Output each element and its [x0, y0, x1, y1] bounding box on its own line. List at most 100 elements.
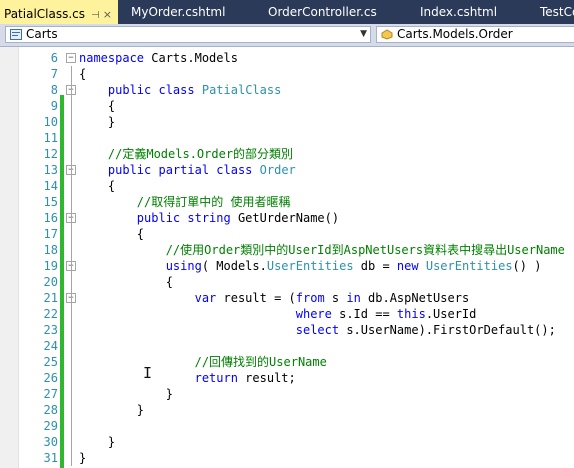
- outline-guide: [71, 66, 72, 466]
- keyword-token: return: [194, 371, 238, 385]
- line-number: 19: [43, 259, 58, 273]
- text-token: .UserId: [425, 307, 477, 321]
- tab-label: TestCont: [540, 5, 574, 19]
- line-number: 13: [43, 163, 58, 177]
- code-text: {: [79, 66, 86, 82]
- code-line[interactable]: 6− namespace Carts.Models: [0, 50, 574, 66]
- code-line[interactable]: 8− public class PatialClass: [0, 82, 574, 98]
- line-number: 26: [43, 371, 58, 385]
- code-line[interactable]: 26 return result;: [0, 370, 574, 386]
- code-line[interactable]: 28 }: [0, 402, 574, 418]
- keyword-token: public class: [107, 83, 195, 97]
- text-token: s.Id ==: [331, 307, 397, 321]
- type-dropdown[interactable]: Carts.Models.Order: [376, 26, 574, 43]
- tab-patialclass-cs[interactable]: PatialClass.cs ⊣ ×: [0, 0, 118, 24]
- code-text: public partial class Order: [79, 162, 296, 178]
- code-text: }: [79, 114, 115, 130]
- code-text: return result;: [79, 370, 296, 386]
- code-line[interactable]: 11: [0, 130, 574, 146]
- comment-token: //定義Models.Order的部分類別: [79, 147, 294, 161]
- code-line[interactable]: 19− using( Models.UserEntities db = new …: [0, 258, 574, 274]
- code-line[interactable]: 23 select s.UserName).FirstOrDefault();: [0, 322, 574, 338]
- text-token: {: [79, 99, 116, 113]
- type-token: UserEntities: [266, 259, 354, 273]
- line-number: 7: [50, 67, 58, 81]
- line-number: 30: [43, 435, 58, 449]
- code-line[interactable]: 25 //回傳找到的UserName: [0, 354, 574, 370]
- tab-index-cshtml[interactable]: Index.cshtml: [420, 0, 497, 24]
- line-number: 11: [43, 131, 58, 145]
- text-token: {: [79, 227, 145, 241]
- collapse-icon[interactable]: −: [66, 53, 76, 63]
- line-number: 6: [50, 51, 58, 65]
- tab-label: OrderController.cs: [268, 5, 377, 19]
- pin-icon[interactable]: ⊣: [91, 10, 100, 21]
- code-line[interactable]: 13− public partial class Order: [0, 162, 574, 178]
- text-token: ( Models.: [201, 259, 267, 273]
- code-line[interactable]: 17 {: [0, 226, 574, 242]
- keyword-token: this: [396, 307, 426, 321]
- code-line[interactable]: 27 }: [0, 386, 574, 402]
- line-number: 29: [43, 419, 58, 433]
- chevron-down-icon[interactable]: ▼: [360, 27, 367, 42]
- code-line[interactable]: 10 }: [0, 114, 574, 130]
- code-text: //取得訂單中的 使用者暱稱: [79, 194, 291, 210]
- code-text: public string GetUrderName(): [79, 210, 339, 226]
- line-number: 21: [43, 291, 58, 305]
- code-line[interactable]: 31}: [0, 450, 574, 466]
- close-icon[interactable]: ×: [103, 8, 112, 21]
- text-token: {: [79, 179, 116, 193]
- code-line[interactable]: 9 {: [0, 98, 574, 114]
- keyword-token: select: [295, 323, 340, 337]
- code-line[interactable]: 14 {: [0, 178, 574, 194]
- line-number: 18: [43, 243, 58, 257]
- code-text: {: [79, 226, 144, 242]
- project-label: Carts: [26, 27, 58, 41]
- keyword-token: from: [295, 291, 325, 305]
- code-line[interactable]: 30 }: [0, 434, 574, 450]
- project-icon: [10, 29, 22, 40]
- code-line[interactable]: 7{: [0, 66, 574, 82]
- comment-token: //使用Order類別中的UserId到AspNetUsers資料表中搜尋出Us…: [79, 243, 565, 257]
- text-token: {: [79, 275, 173, 289]
- tab-myorder-cshtml[interactable]: MyOrder.cshtml: [131, 0, 225, 24]
- line-number: 9: [50, 99, 58, 113]
- code-line[interactable]: 16− public string GetUrderName(): [0, 210, 574, 226]
- line-number: 12: [43, 147, 58, 161]
- line-number: 23: [43, 323, 58, 337]
- tab-label: Index.cshtml: [420, 5, 498, 19]
- code-line[interactable]: 21− var result = (from s in db.AspNetUse…: [0, 290, 574, 306]
- text-token: db =: [353, 259, 397, 273]
- code-line[interactable]: 24: [0, 338, 574, 354]
- text-token: () ): [512, 259, 542, 273]
- change-tracking-bar: [60, 95, 64, 468]
- code-line[interactable]: 22 where s.Id == this.UserId: [0, 306, 574, 322]
- code-line[interactable]: 18 //使用Order類別中的UserId到AspNetUsers資料表中搜尋…: [0, 242, 574, 258]
- keyword-token: in: [346, 291, 361, 305]
- line-number: 16: [43, 211, 58, 225]
- code-line[interactable]: 29: [0, 418, 574, 434]
- type-token: Order: [259, 163, 296, 177]
- code-text: {: [79, 178, 115, 194]
- code-text: //回傳找到的UserName: [79, 354, 327, 370]
- tab-testcont[interactable]: TestCont: [540, 0, 574, 24]
- code-line[interactable]: 15 //取得訂單中的 使用者暱稱: [0, 194, 574, 210]
- keyword-token: var: [194, 291, 217, 305]
- text-token: result;: [237, 371, 296, 385]
- code-editor[interactable]: 6−namespace Carts.Models7{8− public clas…: [0, 47, 574, 468]
- tab-label: MyOrder.cshtml: [131, 5, 226, 19]
- code-line[interactable]: 20 {: [0, 274, 574, 290]
- code-line[interactable]: 12 //定義Models.Order的部分類別: [0, 146, 574, 162]
- code-text: var result = (from s in db.AspNetUsers: [79, 290, 470, 306]
- tab-ordercontroller-cs[interactable]: OrderController.cs: [268, 0, 377, 24]
- code-text: }: [79, 402, 144, 418]
- line-number: 24: [43, 339, 58, 353]
- project-dropdown[interactable]: Carts ▼: [5, 26, 371, 43]
